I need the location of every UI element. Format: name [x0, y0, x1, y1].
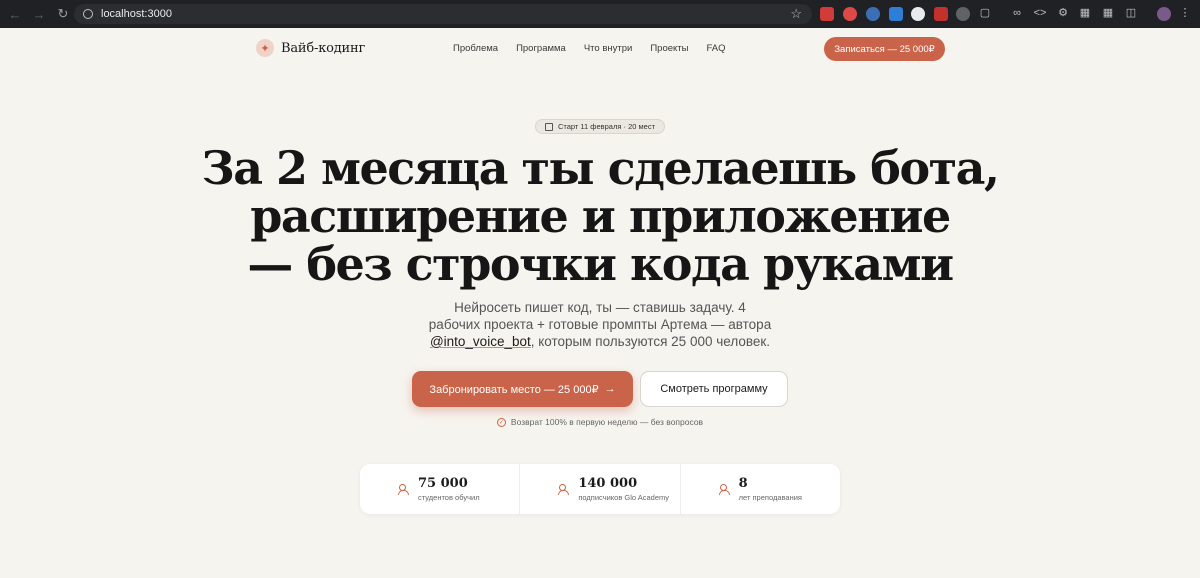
extension-icon[interactable]	[934, 7, 948, 21]
headline-line: За 2 месяца ты сделаешь бота,	[201, 141, 1000, 195]
translate-icon[interactable]: ▦	[1078, 6, 1092, 20]
book-seat-button[interactable]: Забронировать место — 25 000₽ →	[412, 371, 633, 407]
stat-value: 140 000	[578, 476, 638, 491]
extension-icon[interactable]	[843, 7, 857, 21]
refund-note: ✓ Возврат 100% в первую неделю — без воп…	[0, 417, 1200, 427]
stats-card: 75 000 студентов обучил 140 000 подписчи…	[360, 464, 840, 514]
hero-headline: За 2 месяца ты сделаешь бота, расширение…	[0, 144, 1200, 288]
logo-text: Вайб-кодинг	[281, 40, 366, 56]
reload-icon[interactable]: ↻	[54, 5, 72, 23]
refund-text: Возврат 100% в первую неделю — без вопро…	[510, 417, 704, 427]
avatar[interactable]	[1157, 7, 1171, 21]
bookmark-star-icon[interactable]: ☆	[790, 6, 802, 22]
stat-item: 8 лет преподавания	[681, 464, 840, 514]
hero-subtitle: Нейросеть пишет код, ты — ставишь задачу…	[0, 299, 1200, 350]
users-icon	[718, 484, 731, 495]
users-icon	[398, 484, 410, 495]
book-seat-label: Забронировать место — 25 000₽	[429, 383, 599, 396]
stat-label: лет преподавания	[738, 493, 802, 502]
stat-label: студентов обучил	[418, 493, 480, 502]
calendar-icon	[544, 122, 553, 131]
nav-link-faq[interactable]: FAQ	[706, 43, 725, 54]
grid-icon[interactable]: ▦	[1101, 6, 1115, 20]
site-info-icon[interactable]	[83, 9, 93, 19]
nav-link-inside[interactable]: Что внутри	[584, 43, 632, 54]
users-icon	[558, 484, 570, 495]
headline-line: расширение и приложение	[250, 189, 951, 243]
extension-icon[interactable]	[889, 7, 903, 21]
stat-label: подписчиков Glo Academy	[578, 493, 669, 502]
subtitle-line: @into_voice_bot, которым пользуются 25 0…	[0, 333, 1200, 350]
view-program-button[interactable]: Смотреть программу	[640, 371, 788, 407]
extension-icon[interactable]	[866, 7, 880, 21]
sidebar-icon[interactable]: ◫	[1124, 6, 1138, 20]
badge-text: Старт 11 февраля · 20 мест	[557, 122, 656, 131]
sparkle-icon: ✦	[256, 39, 274, 57]
extension-icon[interactable]	[956, 7, 970, 21]
nav-link-program[interactable]: Программа	[516, 43, 566, 54]
address-bar[interactable]: localhost:3000 ☆	[74, 4, 812, 24]
extension-icon[interactable]	[911, 7, 925, 21]
main-nav: Проблема Программа Что внутри Проекты FA…	[453, 43, 725, 54]
back-icon[interactable]: ←	[6, 5, 24, 23]
stat-item: 140 000 подписчиков Glo Academy	[520, 464, 681, 514]
stat-value: 8	[738, 476, 748, 491]
stat-item: 75 000 студентов обучил	[360, 464, 521, 514]
check-circle-icon: ✓	[496, 417, 506, 427]
nav-link-projects[interactable]: Проекты	[650, 43, 688, 54]
bug-icon[interactable]: ⚙	[1056, 6, 1070, 20]
extension-icon[interactable]	[820, 7, 834, 21]
signup-button[interactable]: Записаться — 25 000₽	[824, 37, 945, 61]
puzzle-icon[interactable]: ▢	[978, 6, 992, 20]
headline-line: — без строчки кода руками	[247, 237, 954, 291]
subtitle-line: рабочих проекта + готовые промпты Артема…	[428, 317, 772, 332]
telegram-handle-link[interactable]: @into_voice_bot	[430, 334, 531, 349]
menu-kebab-icon[interactable]: ⋮	[1178, 6, 1192, 20]
forward-icon[interactable]: →	[30, 5, 48, 23]
browser-toolbar: ← → ↻ localhost:3000 ☆ ▢ ∞ <> ⚙ ▦ ▦ ◫ ⋮	[0, 0, 1200, 28]
start-date-badge: Старт 11 февраля · 20 мест	[535, 119, 665, 134]
subtitle-text: , которым пользуются 25 000 человек.	[530, 334, 771, 349]
stat-value: 75 000	[418, 476, 468, 491]
link-icon[interactable]: ∞	[1010, 6, 1024, 20]
arrow-right-icon: →	[604, 383, 616, 395]
url-text: localhost:3000	[101, 8, 172, 20]
code-icon[interactable]: <>	[1033, 6, 1047, 20]
nav-link-problem[interactable]: Проблема	[453, 43, 498, 54]
subtitle-line: Нейросеть пишет код, ты — ставишь задачу…	[454, 300, 746, 315]
logo[interactable]: ✦ Вайб-кодинг	[256, 39, 365, 57]
